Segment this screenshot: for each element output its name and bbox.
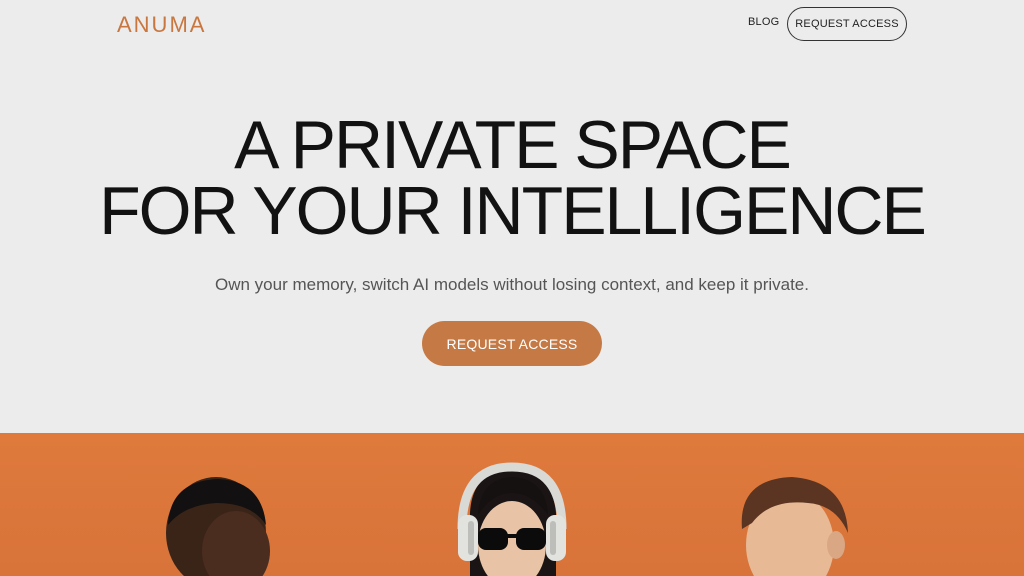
nav-request-access-button[interactable]: REQUEST ACCESS	[787, 7, 907, 41]
person-left	[166, 477, 270, 576]
hero-request-access-button[interactable]: REQUEST ACCESS	[422, 321, 602, 366]
person-right	[741, 477, 848, 576]
nav-link-blog[interactable]: BLOG	[748, 16, 779, 28]
person-center	[457, 462, 567, 576]
hero-photo	[0, 433, 1024, 576]
people-illustration	[166, 462, 848, 576]
hero-title: A PRIVATE SPACE FOR YOUR INTELLIGENCE	[0, 107, 1024, 249]
hero-title-line-2: FOR YOUR INTELLIGENCE	[99, 173, 927, 249]
hero-subtitle: Own your memory, switch AI models withou…	[214, 275, 809, 294]
top-navigation: ANUMA BLOG REQUEST ACCESS	[0, 0, 1024, 48]
brand-logo[interactable]: ANUMA	[117, 12, 206, 38]
hero-title-line-1: A PRIVATE SPACE	[234, 107, 792, 183]
